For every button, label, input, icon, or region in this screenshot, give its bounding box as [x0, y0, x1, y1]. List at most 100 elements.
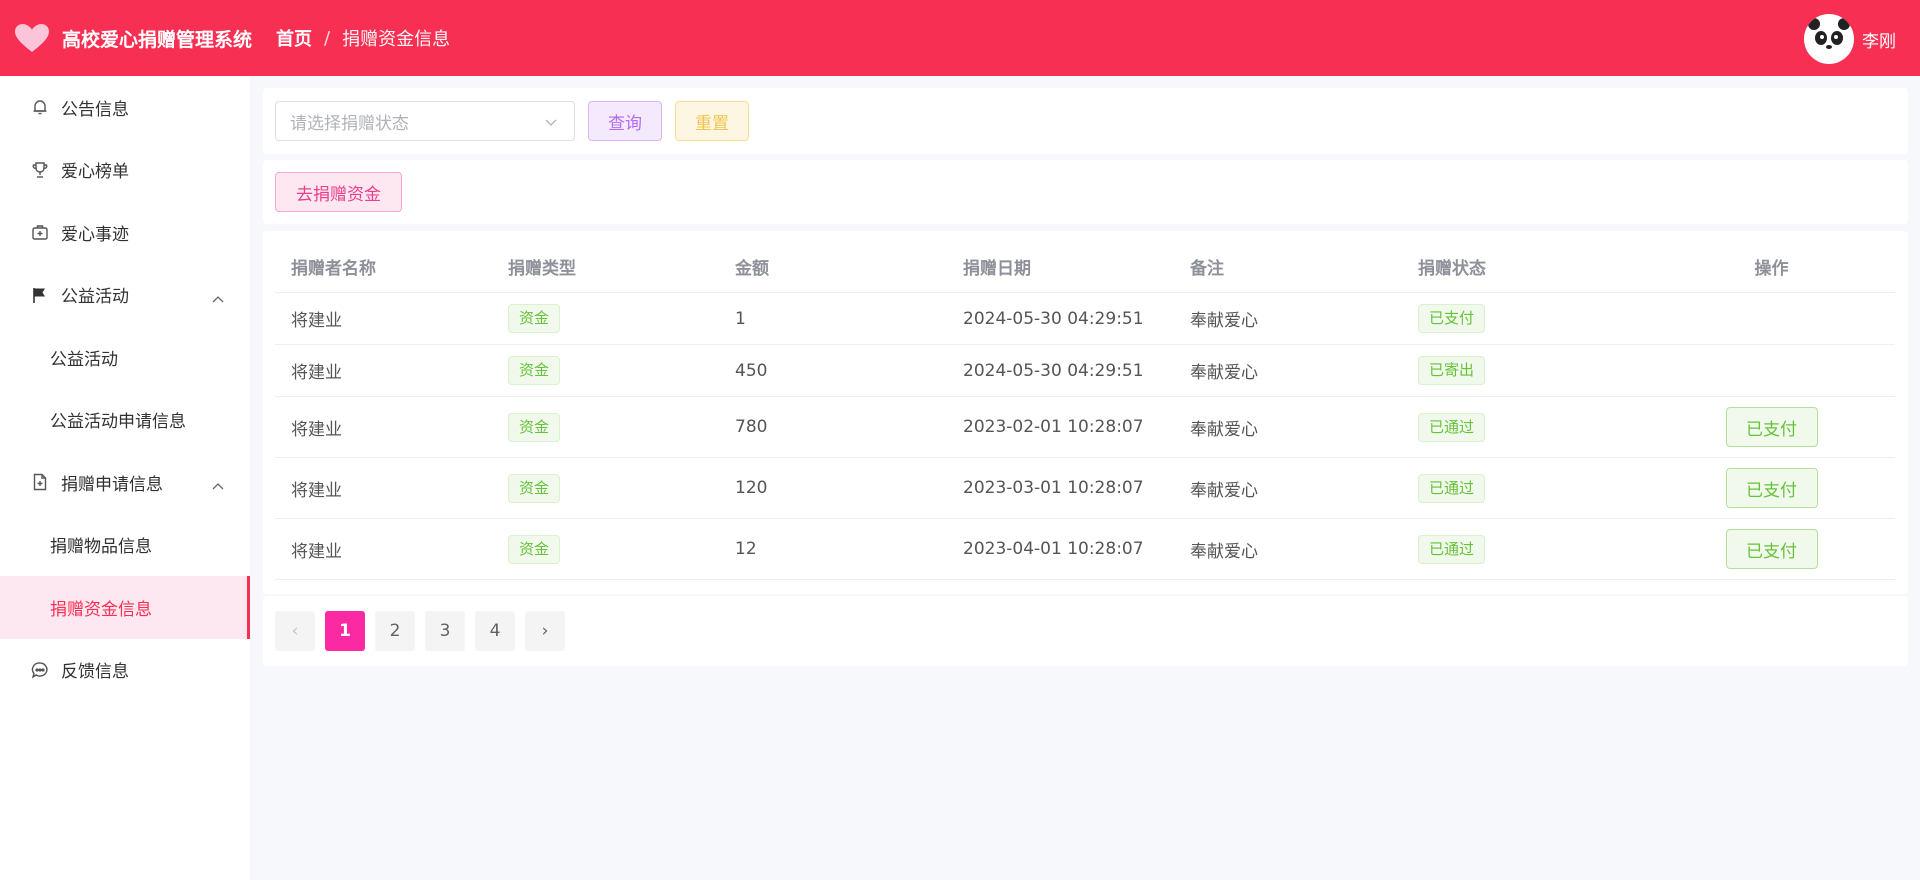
breadcrumb-current: 捐赠资金信息: [342, 29, 451, 50]
paid-button[interactable]: 已支付: [1725, 529, 1818, 569]
cell-date: 2023-04-01 10:28:07: [963, 539, 1144, 559]
app-title: 高校爱心捐赠管理系统: [62, 28, 253, 51]
user-name[interactable]: 李刚: [1862, 27, 1896, 52]
table-header-row: 捐赠者名称 捐赠类型 金额 捐赠日期 备注 捐赠状态 操作: [275, 241, 1895, 293]
sidebar-item-label: 公告信息: [61, 99, 129, 120]
paid-button[interactable]: 已支付: [1725, 468, 1818, 508]
action-bar: 去捐赠资金: [263, 160, 1908, 224]
type-tag: 资金: [508, 534, 561, 564]
donate-funds-button[interactable]: 去捐赠资金: [275, 172, 402, 212]
sidebar-item-label: 公益活动申请信息: [50, 412, 186, 433]
sidebar-item-label: 捐赠资金信息: [50, 599, 152, 620]
top-header: 高校爱心捐赠管理系统 首页 / 捐赠资金信息 李刚: [0, 0, 1920, 76]
sidebar-item-love-stories[interactable]: 爱心事迹: [0, 201, 250, 264]
cell-note: 奉献爱心: [1190, 541, 1258, 562]
status-badge: 已支付: [1418, 304, 1486, 333]
table-row: 将建业 资金 780 2023-02-01 10:28:07 奉献爱心 已通过 …: [275, 397, 1895, 458]
cell-donor-name: 将建业: [291, 480, 342, 501]
cell-note: 奉献爱心: [1190, 363, 1258, 383]
sidebar-item-label: 爱心榜单: [61, 162, 129, 183]
bell-icon: [30, 97, 50, 117]
cell-donor-name: 将建业: [291, 419, 342, 440]
cell-amount: 780: [735, 417, 768, 437]
cell-actions: 已支付: [1648, 468, 1895, 508]
sidebar-item-donated-funds[interactable]: 捐赠资金信息: [0, 576, 250, 639]
user-menu[interactable]: 李刚: [1804, 14, 1896, 64]
cell-actions: 已支付: [1648, 529, 1895, 569]
donation-table: 捐赠者名称 捐赠类型 金额 捐赠日期 备注 捐赠状态 操作 将建业 资金 1 2…: [275, 241, 1895, 580]
sidebar-item-label: 反馈信息: [61, 662, 129, 683]
page-button-4[interactable]: 4: [475, 611, 515, 651]
cell-date: 2024-05-30 04:29:51: [963, 308, 1144, 329]
medical-box-icon: [30, 222, 50, 242]
page-button-1[interactable]: 1: [325, 611, 365, 651]
query-button[interactable]: 查询: [588, 101, 662, 141]
cell-amount: 1: [735, 308, 746, 329]
chevron-up-icon: [212, 288, 224, 308]
sidebar-group-public-welfare[interactable]: 公益活动: [0, 264, 250, 327]
page-button-2[interactable]: 2: [375, 611, 415, 651]
sidebar-item-label: 捐赠申请信息: [61, 474, 163, 495]
sidebar-item-label: 捐赠物品信息: [50, 537, 152, 558]
pagination: ‹ 1 2 3 4 ›: [275, 611, 575, 651]
donation-table-card: 捐赠者名称 捐赠类型 金额 捐赠日期 备注 捐赠状态 操作 将建业 资金 1 2…: [263, 231, 1908, 594]
sidebar-item-love-ranking[interactable]: 爱心榜单: [0, 139, 250, 202]
cell-note: 奉献爱心: [1190, 419, 1258, 440]
flag-icon: [30, 285, 50, 305]
reset-button[interactable]: 重置: [675, 101, 749, 141]
type-tag: 资金: [508, 412, 561, 442]
column-header-donor-name: 捐赠者名称: [291, 259, 376, 279]
cell-note: 奉献爱心: [1190, 480, 1258, 501]
cell-date: 2024-05-30 04:29:51: [963, 360, 1144, 381]
table-row: 将建业 资金 120 2023-03-01 10:28:07 奉献爱心 已通过 …: [275, 458, 1895, 519]
status-badge: 已通过: [1418, 412, 1486, 442]
sidebar-item-donated-goods[interactable]: 捐赠物品信息: [0, 514, 250, 577]
cell-amount: 12: [735, 539, 757, 559]
status-badge: 已通过: [1418, 534, 1486, 564]
table-row: 将建业 资金 450 2024-05-30 04:29:51 奉献爱心 已寄出: [275, 345, 1895, 397]
column-header-amount: 金额: [735, 259, 769, 279]
chevron-down-icon: [544, 114, 558, 134]
sidebar-item-public-welfare[interactable]: 公益活动: [0, 326, 250, 389]
sidebar-item-label: 爱心事迹: [61, 224, 129, 245]
trophy-icon: [30, 160, 50, 180]
sidebar-item-label: 公益活动: [61, 287, 129, 308]
cell-amount: 450: [735, 360, 768, 381]
chevron-up-icon: [212, 475, 224, 495]
column-header-status: 捐赠状态: [1418, 259, 1486, 279]
cell-amount: 120: [735, 478, 768, 498]
sidebar-item-activity-applications[interactable]: 公益活动申请信息: [0, 389, 250, 452]
column-header-actions: 操作: [1754, 259, 1789, 279]
type-tag: 资金: [508, 304, 561, 333]
sidebar-group-donation-applications[interactable]: 捐赠申请信息: [0, 451, 250, 514]
cell-note: 奉献爱心: [1190, 311, 1258, 331]
type-tag: 资金: [508, 473, 561, 503]
status-select-placeholder: 请选择捐赠状态: [290, 113, 409, 134]
sidebar-item-announcements[interactable]: 公告信息: [0, 76, 250, 139]
type-tag: 资金: [508, 356, 561, 385]
column-header-note: 备注: [1190, 259, 1224, 279]
status-badge: 已通过: [1418, 473, 1486, 503]
cell-donor-name: 将建业: [291, 541, 342, 562]
breadcrumb-home-link[interactable]: 首页: [276, 25, 312, 51]
document-add-icon: [30, 472, 50, 492]
status-select[interactable]: 请选择捐赠状态: [275, 101, 575, 141]
prev-page-button[interactable]: ‹: [275, 611, 315, 651]
chat-icon: [30, 660, 50, 680]
cell-actions: 已支付: [1648, 407, 1895, 447]
cell-donor-name: 将建业: [291, 363, 342, 383]
cell-donor-name: 将建业: [291, 311, 342, 331]
cell-date: 2023-02-01 10:28:07: [963, 417, 1144, 437]
status-badge: 已寄出: [1418, 356, 1486, 385]
column-header-date: 捐赠日期: [963, 259, 1031, 279]
sidebar-item-feedback[interactable]: 反馈信息: [0, 639, 250, 702]
cell-date: 2023-03-01 10:28:07: [963, 478, 1144, 498]
search-bar: 请选择捐赠状态 查询 重置: [263, 88, 1908, 154]
paid-button[interactable]: 已支付: [1725, 407, 1818, 447]
next-page-button[interactable]: ›: [525, 611, 565, 651]
sidebar-item-label: 公益活动: [50, 349, 118, 370]
avatar[interactable]: [1804, 14, 1854, 64]
breadcrumb: 首页 / 捐赠资金信息: [276, 25, 450, 51]
table-row: 将建业 资金 1 2024-05-30 04:29:51 奉献爱心 已支付: [275, 293, 1895, 345]
page-button-3[interactable]: 3: [425, 611, 465, 651]
